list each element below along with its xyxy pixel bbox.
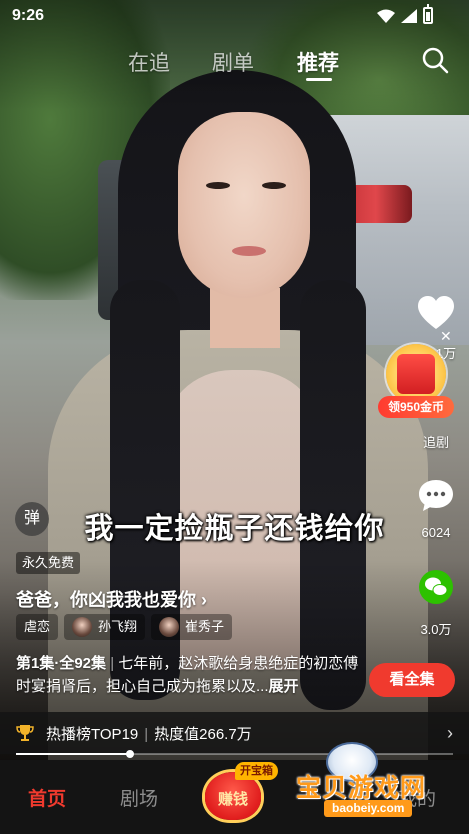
follow-drama-label: 追剧 [422,435,449,450]
site-watermark: 宝贝游戏网 baobeiy.com [296,738,466,828]
actor-chip[interactable]: 孙飞翔 [64,614,146,640]
heart-icon [418,296,454,329]
gift-icon [397,354,435,394]
share-count: 3.0万 [420,622,452,637]
episode-info: 第1集·全92集 [16,655,107,672]
watermark-url: baobeiy.com [324,800,413,817]
free-tag: 永久免费 [16,552,81,574]
scene-actress-face [178,112,310,298]
coin-reward-badge[interactable]: 领950金币 [378,396,454,418]
ranking-label: 热播榜TOP19 [46,726,139,743]
battery-icon [423,4,433,24]
tab-following[interactable]: 在追 [128,47,170,77]
drama-title-text: 爸爸，你凶我我也爱你 [16,590,196,610]
playback-progress-fill [16,753,130,755]
top-tabs: 在追 剧单 推荐 [0,42,469,82]
trophy-icon [16,725,34,741]
playback-progress-handle[interactable] [125,750,134,758]
tab-recommended[interactable]: 推荐 [297,47,339,77]
genre-tag-label: 虐恋 [24,619,51,634]
ranking-divider: | [144,726,149,743]
status-time: 9:26 [12,7,45,24]
wechat-icon [419,570,453,604]
nav-theater[interactable]: 剧场 [120,784,158,811]
expand-link[interactable]: 展开 [269,678,299,695]
tab-playlists[interactable]: 剧单 [212,47,254,77]
video-subtitle: 我一定捡瓶子还钱给你 [84,513,385,545]
actor-name: 崔秀子 [185,619,225,634]
actor-name: 孙飞翔 [98,619,138,634]
watch-all-button[interactable]: 看全集 [369,663,455,697]
follow-drama-button[interactable]: 追剧 [406,432,466,451]
ranking-text: 热播榜TOP19 | 热度值266.7万 [46,723,252,744]
nav-home[interactable]: 首页 [28,784,66,811]
wechat-share-button[interactable]: 3.0万 [406,570,466,638]
actor-chip[interactable]: 崔秀子 [151,614,233,640]
treasure-badge: 开宝箱 [235,762,278,780]
drama-title[interactable]: 爸爸，你凶我我也爱你 › [16,586,207,612]
earn-label: 赚钱 [217,791,248,808]
avatar [72,617,93,637]
avatar [159,617,180,637]
status-icons [377,4,433,24]
scene-eye-left [206,182,230,189]
earn-button[interactable]: 赚钱 开宝箱 [205,762,278,820]
heat-value: 热度值266.7万 [154,726,252,743]
chevron-right-icon: › [201,590,208,610]
search-icon[interactable] [421,46,449,74]
wifi-icon [377,9,395,23]
watermark-title: 宝贝游戏网 [296,774,427,802]
active-tab-indicator [306,78,332,81]
close-reward-icon[interactable]: ✕ [440,328,452,345]
genre-tag[interactable]: 虐恋 [16,614,59,640]
signal-icon [401,8,417,23]
status-bar: 9:26 [0,0,469,32]
scene-eye-right [262,182,286,189]
description-divider: | [106,655,119,672]
tag-chips: 虐恋 孙飞翔 崔秀子 [16,614,233,640]
drama-description[interactable]: 第1集·全92集 | 七年前，赵沐歌给身患绝症的初恋傅时宴捐肾后，担心自己成为拖… [16,652,361,698]
scene-lips [232,246,266,256]
